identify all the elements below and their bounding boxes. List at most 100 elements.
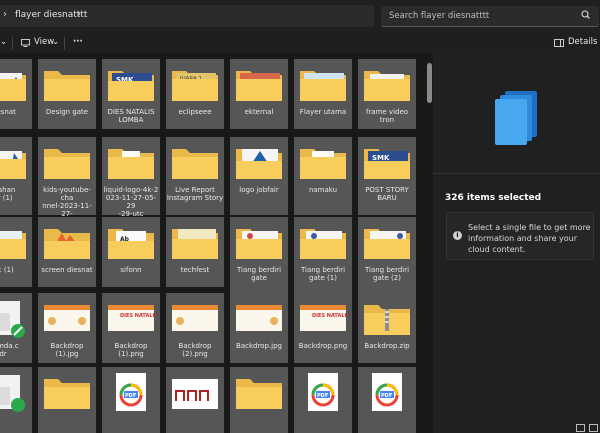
folder-icon: JUARA 1 [172, 71, 218, 101]
details-pane-icon[interactable] [554, 39, 564, 47]
folder-item[interactable]: logo jobfair [230, 137, 288, 215]
image-thumbnail [44, 305, 90, 331]
item-label: namaku [308, 186, 338, 194]
image-thumbnail: DIES NATALIS [108, 305, 156, 331]
folder-item[interactable]: liquid-logo-4k-2 023-11-27-05-29 -29-utc [102, 137, 160, 218]
file-item[interactable]: Backdrop.jpg [230, 293, 288, 363]
item-label: Live Report Instagram Story [166, 186, 224, 202]
chevron-right-icon[interactable]: › [3, 9, 7, 20]
item-label: sifonn [120, 266, 142, 274]
folder-item[interactable]: kids-youtube-cha nnel-2023-11-27- 05-33-… [38, 137, 96, 226]
folder-icon: Ab [108, 229, 154, 259]
item-label: Backdrop (2).png [178, 342, 212, 358]
chevron-right-icon[interactable]: › [77, 9, 81, 20]
search-icon[interactable] [579, 8, 593, 22]
item-label: POST STORY BARU [365, 186, 409, 202]
folder-icon [172, 149, 218, 179]
file-item[interactable]: PDF [294, 367, 352, 433]
folder-item[interactable]: frame video tron [358, 59, 416, 129]
info-text: Select a single file to get more informa… [468, 223, 591, 254]
item-label: ekternal [244, 108, 274, 116]
file-item[interactable]: PDF [102, 367, 160, 433]
selection-count: 326 items selected [445, 193, 542, 203]
folder-item[interactable]: Tiang berdiri gate (1) [294, 217, 352, 295]
view-icon[interactable] [21, 39, 30, 47]
info-icon: i [453, 231, 462, 240]
folder-item[interactable]: Tiang berdiri gate [230, 217, 288, 295]
folder-icon [44, 149, 90, 179]
pdf-file-icon: PDF [372, 373, 402, 411]
folder-icon [300, 149, 346, 179]
folder-item[interactable]: Design gate [38, 59, 96, 129]
item-label: kcimda.c dr [0, 342, 19, 358]
info-message: i Select a single file to get more infor… [446, 212, 594, 260]
cdr-file-icon [0, 375, 25, 412]
item-label: Tiang berdiri gate (1) [300, 266, 346, 282]
folder-item[interactable]: diesnat [0, 59, 32, 129]
file-item[interactable]: Backdrop (1).jpg [38, 293, 96, 363]
item-label: Design gate [45, 108, 89, 116]
item-label: liquid-logo-4k-2 023-11-27-05-29 -29-utc [103, 186, 159, 218]
pdf-file-icon: PDF [308, 373, 338, 411]
folder-item[interactable] [230, 367, 288, 433]
folder-item[interactable]: SMK DIES NATALIS LOMBA [102, 59, 160, 129]
svg-text:PDF: PDF [125, 393, 136, 399]
folder-item[interactable]: SMK POST STORY BARU [358, 137, 416, 215]
image-thumbnail: DIES NATALIS [300, 305, 348, 331]
scrollbar-thumb[interactable] [427, 63, 432, 103]
folder-item[interactable]: Live Report Instagram Story [166, 137, 224, 215]
toolbar-divider [64, 37, 65, 50]
search-input[interactable]: Search flayer diesnatttt [381, 6, 599, 27]
folder-icon [172, 229, 218, 259]
file-item[interactable]: DIES NATALIS Backdrop.png [294, 293, 352, 363]
tiles-view-icon[interactable] [589, 424, 598, 432]
file-item[interactable]: kcimda.c dr [0, 293, 32, 363]
details-button[interactable]: Details [568, 37, 597, 47]
folder-item[interactable]: Flayer utama [294, 59, 352, 129]
folder-icon [44, 229, 90, 259]
image-thumbnail [236, 305, 282, 331]
file-item[interactable]: PDF [358, 367, 416, 433]
pdf-file-icon: PDF [116, 373, 146, 411]
item-label: Tiang berdiri gate [236, 266, 282, 282]
file-item[interactable]: Backdrop (2).png [166, 293, 224, 363]
more-options-button[interactable]: ··· [73, 37, 83, 47]
folder-icon [44, 379, 90, 409]
folder-icon [300, 71, 346, 101]
svg-text:DIES NATALIS: DIES NATALIS [120, 313, 156, 319]
multiple-files-icon [495, 91, 537, 145]
folder-icon [236, 229, 282, 259]
image-thumbnail [172, 379, 218, 409]
folder-item[interactable]: techfest [166, 217, 224, 287]
image-thumbnail [172, 305, 218, 331]
file-item[interactable]: DIES NATALIS Backdrop (1).png [102, 293, 160, 363]
item-label: Backdrop.jpg [236, 342, 282, 350]
folder-item[interactable]: sic (1) [0, 217, 32, 287]
item-label: techfest [180, 266, 210, 274]
cdr-file-icon [0, 301, 25, 338]
folder-icon [364, 71, 410, 101]
view-chevron-icon[interactable]: ⌄ [52, 37, 59, 47]
folder-icon [0, 151, 26, 179]
item-label: logo jobfair [239, 186, 279, 194]
sort-dropdown-chevron-icon[interactable]: ⌄ [0, 37, 7, 47]
folder-item[interactable]: ekternal [230, 59, 288, 129]
file-item[interactable] [166, 367, 224, 433]
item-label: Flayer utama [299, 108, 347, 116]
file-item[interactable] [0, 367, 32, 433]
folder-item[interactable]: utahan or (1) [0, 137, 32, 215]
item-label: eclipseee [178, 108, 212, 116]
item-label: DIES NATALIS LOMBA [107, 108, 155, 124]
zip-folder-icon [364, 305, 410, 335]
folder-item[interactable] [38, 367, 96, 433]
folder-item[interactable]: Tiang berdiri gate (2) [358, 217, 416, 295]
folder-item[interactable]: JUARA 1 eclipseee [166, 59, 224, 129]
address-bar[interactable]: › flayer diesnatttt › [0, 5, 374, 27]
file-item[interactable]: Backdrop.zip [358, 293, 416, 363]
item-label: frame video tron [365, 108, 409, 124]
details-view-icon[interactable] [576, 424, 585, 432]
item-label: diesnat [0, 108, 16, 116]
folder-item[interactable]: Ab sifonn [102, 217, 160, 287]
folder-item[interactable]: namaku [294, 137, 352, 215]
folder-item[interactable]: screen diesnat [38, 217, 96, 287]
